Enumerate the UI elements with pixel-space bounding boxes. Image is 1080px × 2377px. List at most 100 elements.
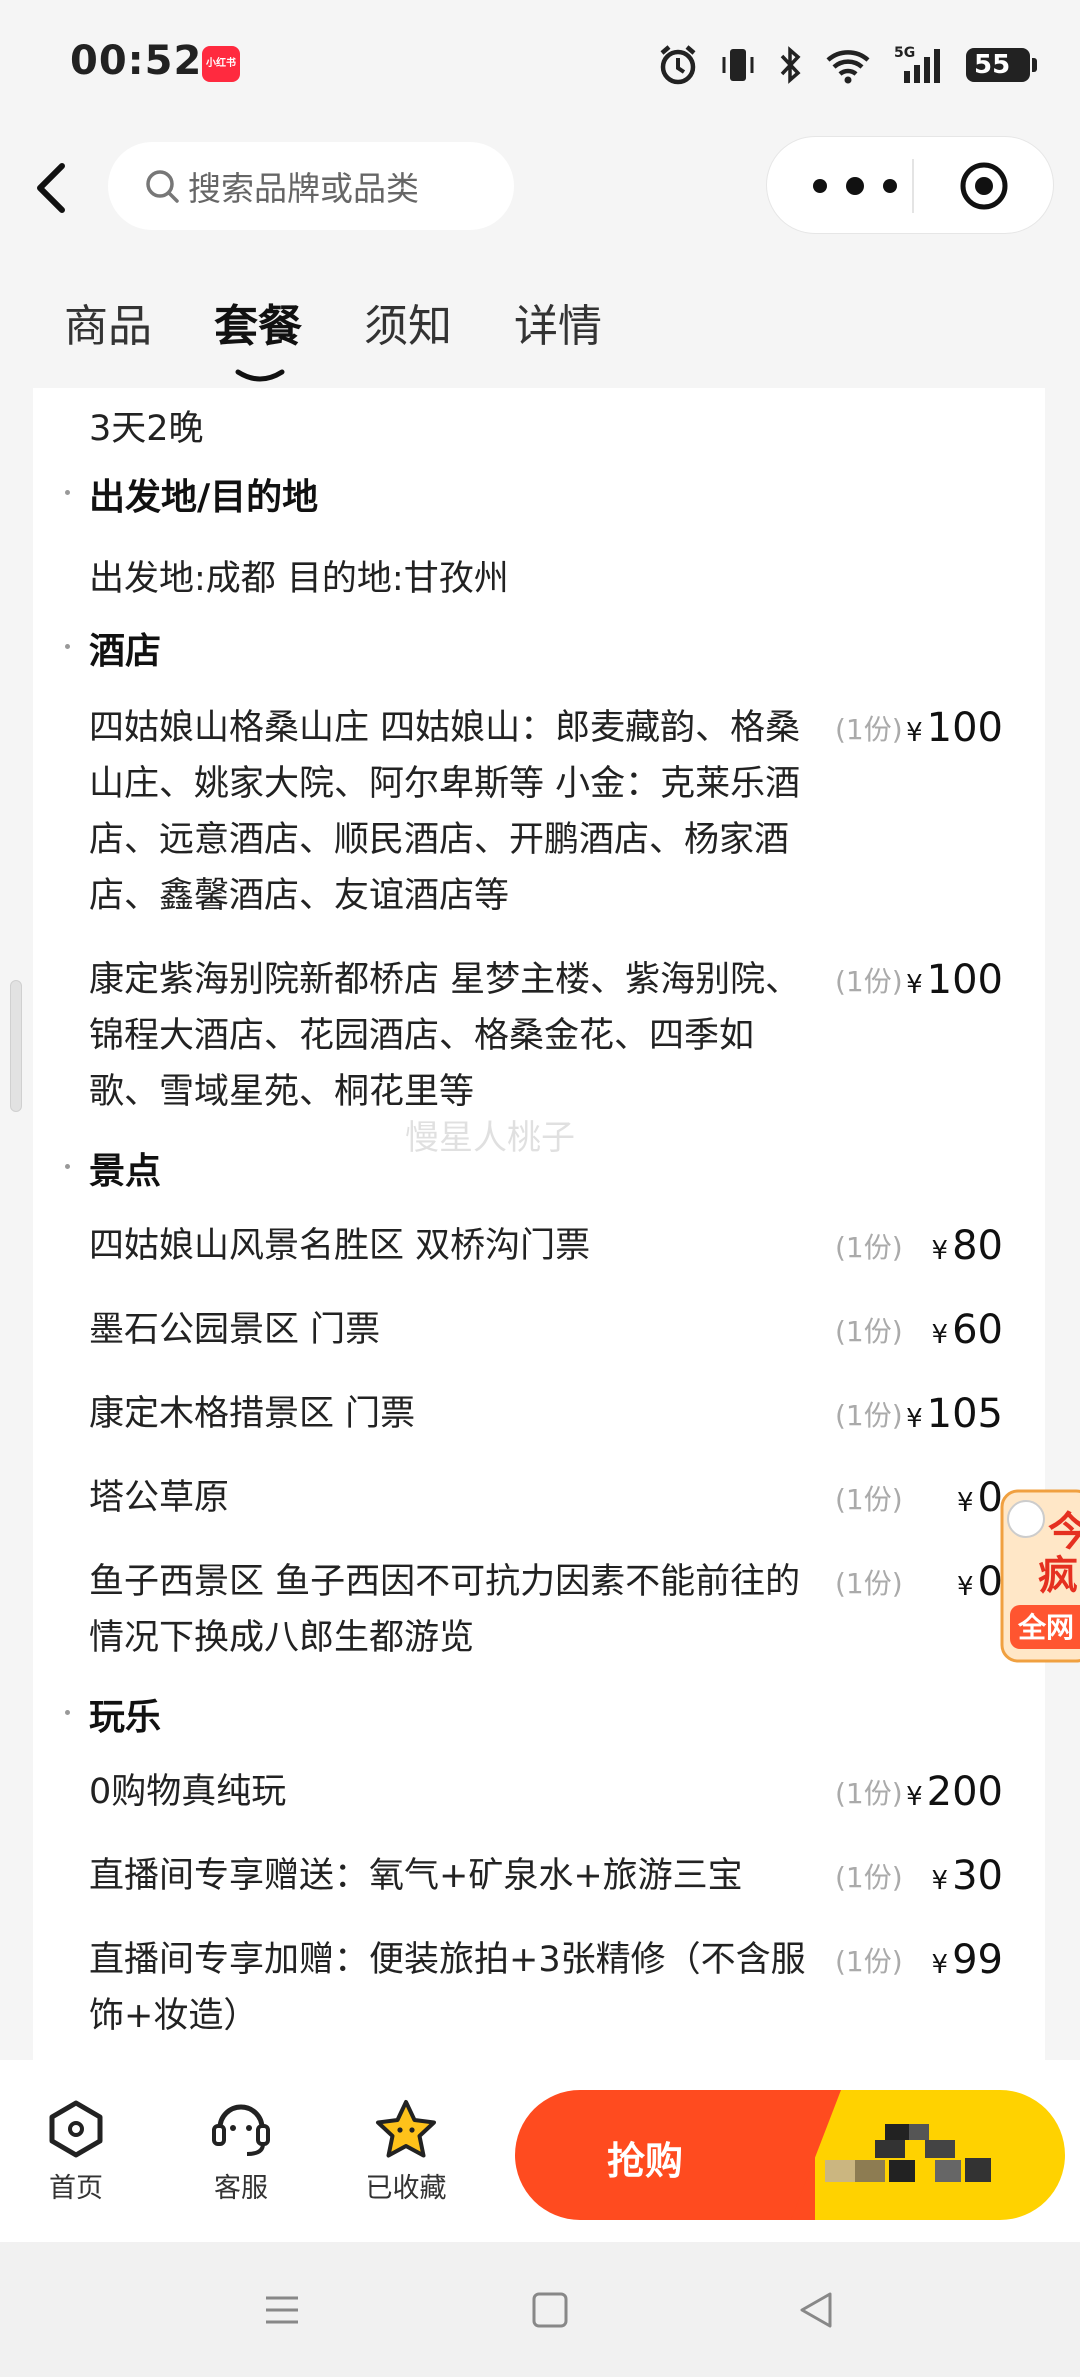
promo-text-3: 全网 xyxy=(1017,1611,1074,1644)
close-miniprogram-icon[interactable] xyxy=(959,161,1009,211)
item-price: ¥105 xyxy=(906,1391,1003,1437)
svg-text:5G: 5G xyxy=(894,45,915,61)
search-placeholder: 搜索品牌或品类 xyxy=(188,169,419,208)
buy-now-button[interactable]: 抢购 xyxy=(515,2090,1065,2220)
section-title-origin: 出发地/目的地 xyxy=(89,477,319,518)
headset-icon xyxy=(212,2104,270,2156)
menu-icon[interactable] xyxy=(262,2290,302,2330)
tab-package-label: 套餐 xyxy=(214,301,302,352)
edge-drag-handle[interactable] xyxy=(10,980,22,1112)
item-price: ¥200 xyxy=(906,1769,1003,1815)
item-qty: (1份) xyxy=(835,1945,903,1978)
system-nav-bar xyxy=(0,2242,1080,2377)
blurred-price-mosaic xyxy=(825,2124,991,2182)
favorite-button[interactable]: 已收藏 xyxy=(346,2098,466,2205)
tab-package[interactable]: 套餐 xyxy=(214,290,302,382)
list-item: 0购物真纯玩 (1份) ¥200 xyxy=(89,1764,1029,1820)
signal-5g-icon: 5G xyxy=(894,43,944,87)
status-bar: 00:52 小红书 5G 55 xyxy=(0,0,1080,130)
battery-icon: 55 xyxy=(966,43,1037,87)
tab-goods[interactable]: 商品 xyxy=(64,290,152,354)
promo-mascot-icon: 今 疯 全网 xyxy=(1000,1489,1080,1663)
section-title-fun: 玩乐 xyxy=(89,1697,162,1738)
vibrate-icon xyxy=(720,43,756,87)
customer-service-label: 客服 xyxy=(214,2173,268,2204)
item-name: 0购物真纯玩 xyxy=(89,1772,287,1812)
search-icon xyxy=(146,170,179,203)
item-qty: (1份) xyxy=(835,1399,903,1432)
item-qty: (1份) xyxy=(835,965,903,998)
item-name: 四姑娘山格桑山庄 四姑娘山：郎麦藏韵、格桑山庄、姚家大院、阿尔卑斯等 小金：克莱… xyxy=(89,708,801,916)
chevron-left-icon xyxy=(37,163,65,213)
favorite-label: 已收藏 xyxy=(365,2173,447,2204)
item-price: ¥100 xyxy=(906,705,1003,751)
package-panel: 3天2晚 出发地/目的地 出发地:成都 目的地:甘孜州 酒店 四姑娘山格桑山庄 … xyxy=(33,388,1045,2060)
item-qty: (1份) xyxy=(835,1861,903,1894)
bluetooth-icon xyxy=(778,43,802,87)
promo-text-2: 疯 xyxy=(1038,1553,1078,1599)
home-label: 首页 xyxy=(49,2173,103,2204)
search-input[interactable]: 搜索品牌或品类 xyxy=(108,142,514,230)
customer-service-button[interactable]: 客服 xyxy=(181,2098,301,2205)
section-title-hotel: 酒店 xyxy=(89,631,162,672)
item-name: 直播间专享赠送：氧气+矿泉水+旅游三宝 xyxy=(89,1856,743,1896)
list-item: 塔公草原 (1份) ¥0 xyxy=(89,1470,1029,1526)
section-bullet xyxy=(65,1164,70,1169)
item-price: ¥0 xyxy=(957,1475,1003,1521)
item-name: 墨石公园景区 门票 xyxy=(89,1310,381,1350)
xiaohongshu-badge-icon: 小红书 xyxy=(202,46,240,82)
list-item: 康定木格措景区 门票 (1份) ¥105 xyxy=(89,1386,1029,1442)
item-price: ¥99 xyxy=(931,1937,1003,1983)
section-bullet xyxy=(65,1710,70,1715)
back-button[interactable] xyxy=(28,158,78,218)
alarm-icon xyxy=(658,43,698,87)
item-price: ¥100 xyxy=(906,957,1003,1003)
list-item: 直播间专享加赠：便装旅拍+3张精修（不含服饰+妆造） (1份) ¥99 xyxy=(89,1932,1029,2044)
home-square-icon[interactable] xyxy=(530,2290,570,2330)
status-icons: 5G 55 xyxy=(658,40,1037,90)
home-icon xyxy=(49,2100,103,2158)
watermark-text: 慢星人桃子 xyxy=(405,1118,575,1158)
item-qty: (1份) xyxy=(835,1483,903,1516)
tab-bar: 商品 套餐 须知 详情 xyxy=(64,290,602,382)
list-item: 四姑娘山风景名胜区 双桥沟门票 (1份) ¥80 xyxy=(89,1218,1029,1274)
promo-text-1: 今 xyxy=(1048,1509,1080,1555)
item-qty: (1份) xyxy=(835,1567,903,1600)
active-tab-indicator xyxy=(235,369,285,382)
buy-label: 抢购 xyxy=(607,2139,684,2183)
item-name: 直播间专享加赠：便装旅拍+3张精修（不含服饰+妆造） xyxy=(89,1940,806,2036)
item-qty: (1份) xyxy=(835,1231,903,1264)
item-price: ¥0 xyxy=(957,1559,1003,1605)
item-name: 塔公草原 xyxy=(89,1478,230,1518)
item-price: ¥30 xyxy=(931,1853,1003,1899)
list-item: 墨石公园景区 门票 (1份) ¥60 xyxy=(89,1302,1029,1358)
section-title-scenic: 景点 xyxy=(89,1151,162,1192)
item-name: 四姑娘山风景名胜区 双桥沟门票 xyxy=(89,1226,591,1266)
status-time: 00:52 xyxy=(70,38,203,84)
back-triangle-icon[interactable] xyxy=(796,2290,836,2330)
list-item: 康定紫海别院新都桥店 星梦主楼、紫海别院、锦程大酒店、花园酒店、格桑金花、四季如… xyxy=(89,952,1029,1120)
list-item: 直播间专享赠送：氧气+矿泉水+旅游三宝 (1份) ¥30 xyxy=(89,1848,1029,1904)
tab-details[interactable]: 详情 xyxy=(514,290,602,354)
star-icon xyxy=(376,2100,436,2158)
capsule-divider xyxy=(912,159,914,213)
tab-notice[interactable]: 须知 xyxy=(364,290,452,354)
more-icon[interactable] xyxy=(809,175,919,197)
item-name: 康定木格措景区 门票 xyxy=(89,1394,416,1434)
item-price: ¥60 xyxy=(931,1307,1003,1353)
section-bullet xyxy=(65,644,70,649)
item-qty: (1份) xyxy=(835,1315,903,1348)
item-name: 康定紫海别院新都桥店 星梦主楼、紫海别院、锦程大酒店、花园酒店、格桑金花、四季如… xyxy=(89,960,801,1112)
origin-destination-text: 出发地:成都 目的地:甘孜州 xyxy=(89,559,509,599)
section-bullet xyxy=(65,490,70,495)
item-name: 鱼子西景区 鱼子西因不可抗力因素不能前往的情况下换成八郎生都游览 xyxy=(89,1562,801,1658)
wifi-icon xyxy=(824,43,872,87)
item-price: ¥80 xyxy=(931,1223,1003,1269)
item-qty: (1份) xyxy=(835,713,903,746)
list-item: 四姑娘山格桑山庄 四姑娘山：郎麦藏韵、格桑山庄、姚家大院、阿尔卑斯等 小金：克莱… xyxy=(89,700,1029,924)
floating-promo-badge[interactable]: 今 疯 全网 xyxy=(1000,1485,1080,1667)
item-qty: (1份) xyxy=(835,1777,903,1810)
miniprogram-capsule xyxy=(766,136,1054,234)
home-button[interactable]: 首页 xyxy=(16,2098,136,2205)
bottom-action-bar: 首页 客服 已收藏 抢购 xyxy=(0,2060,1080,2242)
